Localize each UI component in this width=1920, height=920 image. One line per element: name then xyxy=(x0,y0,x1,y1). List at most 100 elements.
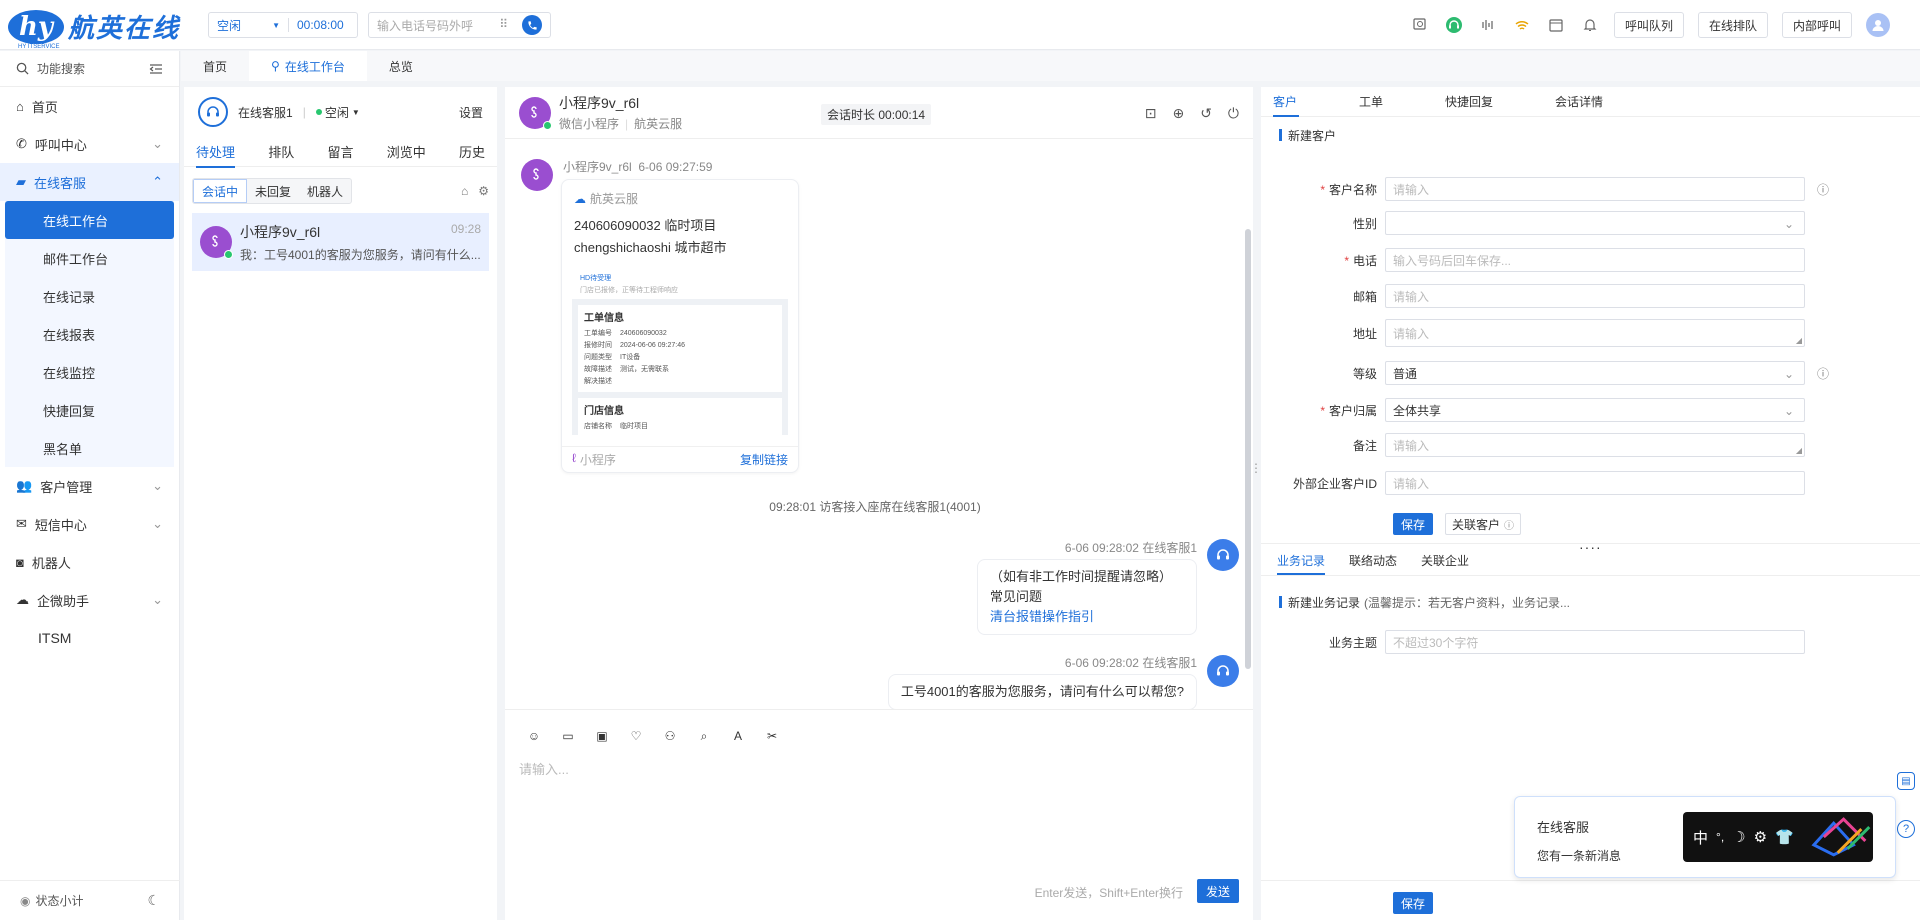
conversation-item[interactable]: 小程序9v_r6l 09:28 我：工号4001的客服为您服务，请问有什么... xyxy=(192,213,489,271)
basket-icon[interactable]: ⌂ xyxy=(461,184,468,198)
save-customer-button[interactable]: 保存 xyxy=(1393,513,1434,535)
calendar-icon[interactable] xyxy=(1546,15,1566,35)
tab-quick-reply[interactable]: 快捷回复 xyxy=(1445,87,1555,117)
message-input[interactable]: 请输入... xyxy=(519,759,569,778)
headset-status-icon[interactable] xyxy=(1444,15,1464,35)
tab-pending[interactable]: 待处理 xyxy=(196,142,236,168)
user-avatar[interactable] xyxy=(1866,13,1890,37)
tab-ticket[interactable]: 工单 xyxy=(1359,87,1445,117)
collapse-menu-icon[interactable] xyxy=(149,63,163,75)
search-history-icon[interactable]: ⌕ xyxy=(695,727,713,745)
external-id-input[interactable]: 请输入 xyxy=(1385,471,1805,495)
settings-link[interactable]: 设置 xyxy=(459,104,483,121)
chevron-up-icon: ⌃ xyxy=(152,174,163,189)
chat-scrollbar[interactable] xyxy=(1245,229,1251,669)
menu-customers[interactable]: 👥 客户管理 ⌄ xyxy=(0,467,179,505)
unlock-icon[interactable]: ⊡ xyxy=(1145,105,1157,122)
call-queue-button[interactable]: 呼叫队列 xyxy=(1613,12,1684,38)
resize-handle-icon[interactable]: ◢ xyxy=(1796,336,1802,345)
keypad-icon[interactable]: ⠿ xyxy=(499,17,508,31)
satisfaction-icon[interactable]: ♡ xyxy=(627,727,645,745)
menu-home[interactable]: ⌂ 首页 xyxy=(0,87,179,125)
tab-browsing[interactable]: 浏览中 xyxy=(387,142,426,161)
folder-icon[interactable]: ▭ xyxy=(559,727,577,745)
chat-search-icon[interactable] xyxy=(1410,15,1430,35)
address-textarea[interactable]: 请输入 ◢ xyxy=(1385,319,1805,347)
menu-call-center[interactable]: ✆ 呼叫中心 ⌄ xyxy=(0,125,179,163)
soundwave-icon[interactable] xyxy=(1478,15,1498,35)
tab-session-detail[interactable]: 会话详情 xyxy=(1555,87,1641,117)
tab-customer[interactable]: 客户 xyxy=(1273,87,1359,117)
tab-online-workbench[interactable]: ⚲ 在线工作台 xyxy=(249,51,367,81)
internal-call-button[interactable]: 内部呼叫 xyxy=(1781,12,1852,38)
doc-float-icon[interactable]: ▤ xyxy=(1897,772,1915,790)
info-icon[interactable]: ⓘ xyxy=(1817,181,1829,198)
submenu-blacklist[interactable]: 黑名单 xyxy=(5,429,174,467)
transfer-user-icon[interactable]: ⊕ xyxy=(1172,105,1184,122)
tab-related-company[interactable]: 关联企业 xyxy=(1421,552,1469,575)
field-placeholder: 请输入 xyxy=(1393,476,1430,491)
call-button[interactable] xyxy=(522,15,542,35)
save-record-button[interactable]: 保存 xyxy=(1393,892,1434,914)
help-float-icon[interactable]: ? xyxy=(1897,820,1915,838)
tab-queue[interactable]: 排队 xyxy=(268,142,294,161)
tab-business-record[interactable]: 业务记录 xyxy=(1277,552,1326,575)
filter-unreplied[interactable]: 未回复 xyxy=(247,179,299,203)
send-button[interactable]: 发送 xyxy=(1196,879,1239,903)
link-customer-button[interactable]: 关联客户 ⓘ xyxy=(1445,513,1522,535)
menu-sms[interactable]: ✉ 短信中心 ⌄ xyxy=(0,505,179,543)
faq-link[interactable]: 清台报错操作指引 xyxy=(990,607,1184,627)
field-label: 客户归属 xyxy=(1328,403,1377,418)
splitter-handle-icon[interactable]: ⋮ xyxy=(1250,462,1262,474)
emoji-icon[interactable]: ☺ xyxy=(525,727,543,745)
transfer-agent-icon[interactable]: ⚇ xyxy=(661,727,679,745)
owner-select[interactable]: 全体共享 ⌄ xyxy=(1385,398,1805,422)
subject-input[interactable]: 不超过30个字符 xyxy=(1385,630,1805,654)
agent-status-select[interactable]: 空闲 ▼ xyxy=(315,104,360,121)
status-summary[interactable]: ◉ 状态小计 xyxy=(20,892,84,909)
email-input[interactable]: 请输入 xyxy=(1385,284,1805,308)
info-icon[interactable]: ⓘ xyxy=(1817,365,1829,382)
gender-select[interactable]: ⌄ xyxy=(1385,211,1805,235)
filter-robot[interactable]: 机器人 xyxy=(299,179,351,203)
status-select[interactable]: 空闲 ▼ xyxy=(209,18,289,33)
submenu-online-reports[interactable]: 在线报表 xyxy=(5,315,174,353)
level-select[interactable]: 普通 ⌄ xyxy=(1385,361,1805,385)
menu-online-service[interactable]: ▰ 在线客服 ⌃ xyxy=(0,163,179,201)
submenu-quick-reply[interactable]: 快捷回复 xyxy=(5,391,174,429)
image-icon[interactable]: ▣ xyxy=(593,727,611,745)
resize-handle-icon[interactable]: ◢ xyxy=(1796,446,1802,455)
submenu-online-workbench[interactable]: 在线工作台 xyxy=(5,201,174,239)
moon-icon[interactable]: ☾ xyxy=(147,892,160,909)
dial-input[interactable]: 输入电话号码外呼 ⠿ xyxy=(368,12,551,38)
drag-handle-icon[interactable]: ···· xyxy=(1579,539,1602,555)
submenu-mail-workbench[interactable]: 邮件工作台 xyxy=(5,239,174,277)
agent-status-box[interactable]: 空闲 ▼ 00:08:00 xyxy=(208,12,358,38)
customer-name-input[interactable]: 请输入 xyxy=(1385,177,1805,201)
power-icon[interactable]: ⏻ xyxy=(1228,105,1239,122)
submenu-online-records[interactable]: 在线记录 xyxy=(5,277,174,315)
history-icon[interactable]: ↺ xyxy=(1200,105,1212,122)
wifi-icon[interactable] xyxy=(1512,15,1532,35)
filter-in-session[interactable]: 会话中 xyxy=(193,179,248,203)
tab-overview[interactable]: 总览 xyxy=(367,51,435,81)
bell-icon[interactable] xyxy=(1580,15,1600,35)
miniprogram-card[interactable]: ☁ 航英云服 240606090032 临时项目 chengshichaoshi … xyxy=(561,179,799,473)
function-search[interactable]: 功能搜索 xyxy=(0,51,179,87)
copy-link-button[interactable]: 复制链接 xyxy=(740,451,788,468)
tab-history[interactable]: 历史 xyxy=(459,142,485,161)
menu-robot[interactable]: ◙ 机器人 xyxy=(0,543,179,581)
tab-messages[interactable]: 留言 xyxy=(327,142,353,161)
gear-icon[interactable]: ⚙ xyxy=(478,184,489,198)
font-icon[interactable]: A xyxy=(729,727,747,745)
phone-input[interactable]: 输入号码后回车保存... xyxy=(1385,248,1805,272)
submenu-online-monitor[interactable]: 在线监控 xyxy=(5,353,174,391)
remark-textarea[interactable]: 请输入 ◢ xyxy=(1385,433,1805,457)
online-queue-button[interactable]: 在线排队 xyxy=(1697,12,1768,38)
menu-itsm[interactable]: ITSM xyxy=(0,619,179,657)
ime-toolbar[interactable]: 中 °, ☽ ⚙ 👕 xyxy=(1683,812,1873,862)
tab-home[interactable]: 首页 xyxy=(181,51,249,81)
scissors-icon[interactable]: ✂ xyxy=(763,727,781,745)
tab-contact-dynamics[interactable]: 联络动态 xyxy=(1349,552,1397,575)
menu-wecom[interactable]: ☁ 企微助手 ⌄ xyxy=(0,581,179,619)
